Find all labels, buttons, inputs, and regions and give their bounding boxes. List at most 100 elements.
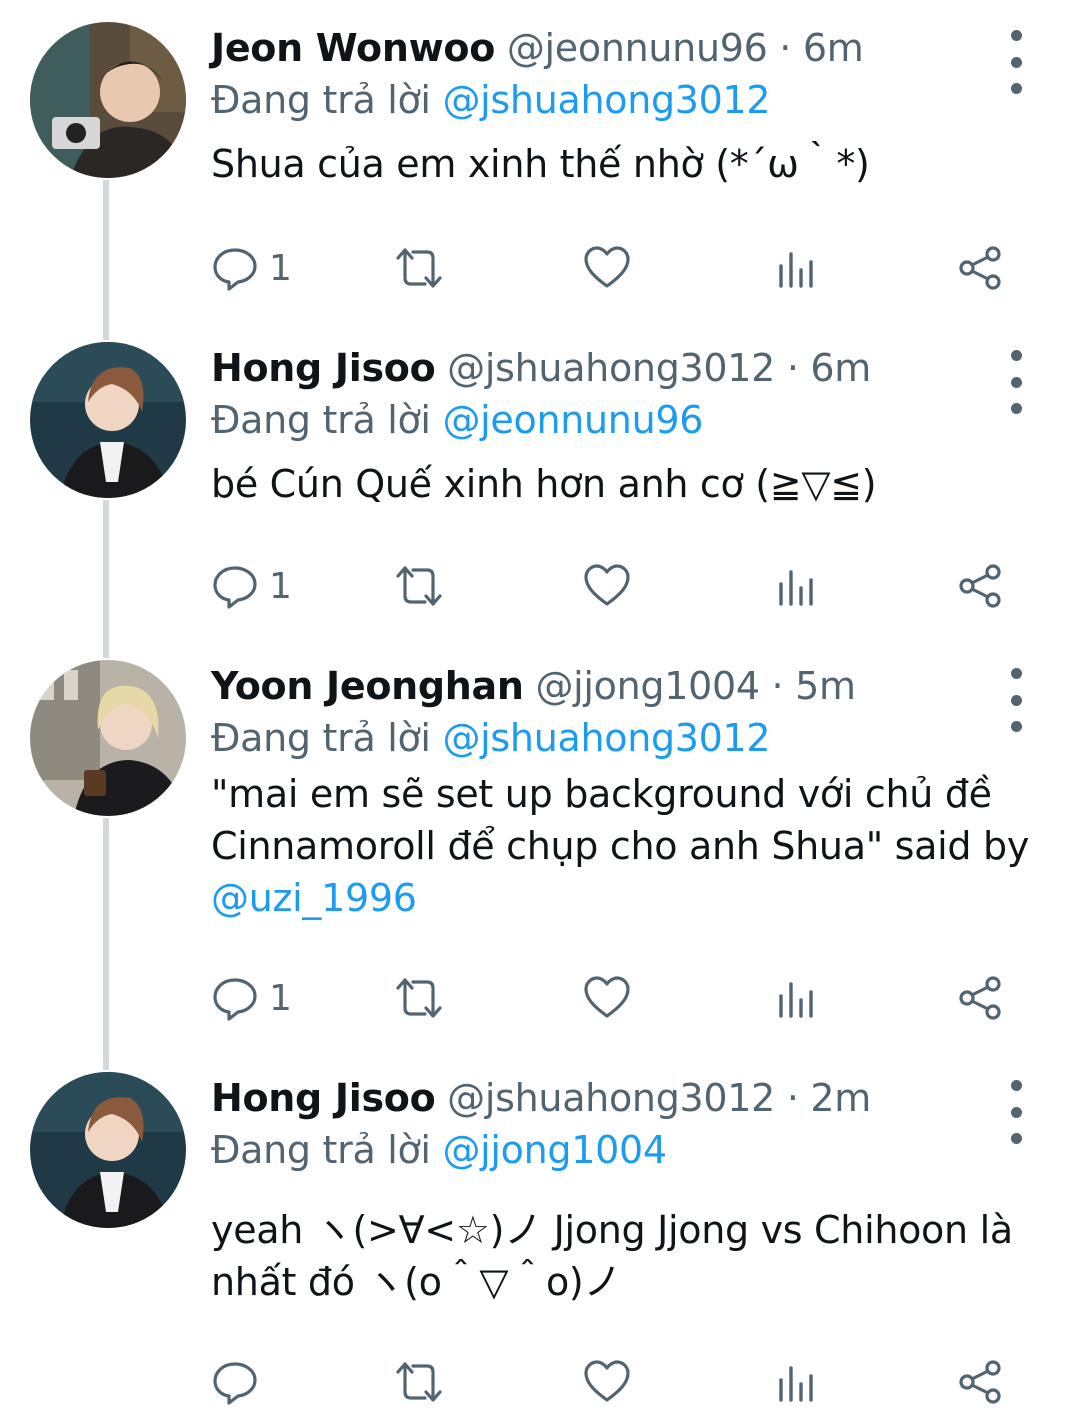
- reply-button[interactable]: [211, 1352, 269, 1412]
- retweet-icon: [396, 978, 442, 1018]
- retweet-button[interactable]: [395, 968, 443, 1028]
- tweet-actions: 1: [211, 968, 1011, 1028]
- analytics-icon: [779, 982, 813, 1018]
- tweet-header: Hong Jisoo @jshuahong3012 · 2m: [211, 1072, 1040, 1124]
- tweet-header: Jeon Wonwoo @jeonnunu96 · 6m: [211, 22, 1040, 74]
- like-button[interactable]: [583, 968, 631, 1028]
- tweet-text: Shua của em xinh thế nhờ (*´ω｀*): [211, 142, 870, 186]
- tweet-actions: 1: [211, 238, 1011, 298]
- tweet-actions: [211, 1352, 1011, 1412]
- timestamp[interactable]: 5m: [795, 664, 856, 708]
- reply-icon: [213, 1362, 257, 1405]
- author-name[interactable]: Yoon Jeonghan: [211, 664, 524, 708]
- analytics-icon: [779, 1366, 813, 1402]
- like-icon: [584, 246, 630, 288]
- share-icon: [959, 246, 1001, 290]
- tweet-content: Hong Jisoo @jshuahong3012 · 6m Đang trả …: [211, 342, 1040, 510]
- tweet-content: Yoon Jeonghan @jjong1004 · 5m Đang trả l…: [211, 660, 1040, 924]
- retweet-icon: [396, 566, 442, 606]
- share-button[interactable]: [957, 238, 1005, 298]
- separator-dot: ·: [771, 664, 784, 708]
- author-handle[interactable]: @jshuahong3012: [447, 1076, 775, 1120]
- reply-count: 1: [269, 565, 292, 607]
- analytics-button[interactable]: [773, 238, 821, 298]
- tweet-content: Hong Jisoo @jshuahong3012 · 2m Đang trả …: [211, 1072, 1040, 1308]
- tweet-text: yeah ヽ(>∀<☆)ノ Jjong Jjong vs Chihoon là …: [211, 1208, 1013, 1304]
- share-icon: [959, 976, 1001, 1020]
- analytics-button[interactable]: [773, 556, 821, 616]
- tweet-text: "mai em sẽ set up background với chủ đề …: [211, 768, 1040, 924]
- more-options-icon[interactable]: [1004, 30, 1028, 94]
- reply-mention-link[interactable]: @jjong1004: [442, 1128, 667, 1172]
- tweet-text-body: "mai em sẽ set up background với chủ đề …: [211, 772, 1030, 868]
- more-options-icon[interactable]: [1004, 668, 1028, 732]
- tweet-content: Jeon Wonwoo @jeonnunu96 · 6m Đang trả lờ…: [211, 22, 1040, 190]
- avatar[interactable]: [30, 22, 186, 178]
- author-name[interactable]: Jeon Wonwoo: [211, 26, 495, 70]
- reply-mention-link[interactable]: @jeonnunu96: [442, 398, 703, 442]
- reply-icon: [213, 248, 257, 291]
- author-name[interactable]: Hong Jisoo: [211, 346, 436, 390]
- reply-count: 1: [269, 247, 292, 289]
- avatar[interactable]: [30, 1072, 186, 1228]
- author-handle[interactable]: @jshuahong3012: [447, 346, 775, 390]
- more-options-icon[interactable]: [1004, 1080, 1028, 1144]
- reply-prefix: Đang trả lời: [211, 716, 431, 760]
- more-options-icon[interactable]: [1004, 350, 1028, 414]
- replying-to: Đang trả lời @jjong1004: [211, 1124, 1040, 1176]
- reply-icon: [213, 566, 257, 609]
- avatar[interactable]: [30, 660, 186, 816]
- reply-button[interactable]: 1: [211, 238, 292, 298]
- reply-mention-link[interactable]: @jshuahong3012: [442, 716, 770, 760]
- retweet-icon: [396, 248, 442, 288]
- share-icon: [959, 564, 1001, 608]
- reply-prefix: Đang trả lời: [211, 1128, 431, 1172]
- like-button[interactable]: [583, 556, 631, 616]
- share-button[interactable]: [957, 1352, 1005, 1412]
- separator-dot: ·: [779, 26, 792, 70]
- like-icon: [584, 564, 630, 606]
- analytics-button[interactable]: [773, 968, 821, 1028]
- like-icon: [584, 976, 630, 1018]
- avatar[interactable]: [30, 342, 186, 498]
- replying-to: Đang trả lời @jeonnunu96: [211, 394, 1040, 446]
- author-handle[interactable]: @jjong1004: [535, 664, 760, 708]
- like-button[interactable]: [583, 238, 631, 298]
- tweet-header: Yoon Jeonghan @jjong1004 · 5m: [211, 660, 1040, 712]
- retweet-icon: [396, 1362, 442, 1402]
- reply-count: 1: [269, 977, 292, 1019]
- reply-button[interactable]: 1: [211, 556, 292, 616]
- timestamp[interactable]: 6m: [803, 26, 864, 70]
- tweet-actions: 1: [211, 556, 1011, 616]
- like-button[interactable]: [583, 1352, 631, 1412]
- replying-to: Đang trả lời @jshuahong3012: [211, 712, 1040, 764]
- avatar-photo: [30, 660, 186, 816]
- analytics-icon: [779, 252, 813, 288]
- retweet-button[interactable]: [395, 238, 443, 298]
- retweet-button[interactable]: [395, 556, 443, 616]
- author-name[interactable]: Hong Jisoo: [211, 1076, 436, 1120]
- avatar-photo: [30, 1072, 186, 1228]
- timestamp[interactable]: 2m: [810, 1076, 871, 1120]
- avatar-photo: [30, 22, 186, 178]
- reply-icon: [213, 978, 257, 1021]
- separator-dot: ·: [786, 346, 799, 390]
- tweet[interactable]: Hong Jisoo @jshuahong3012 · 2m Đang trả …: [0, 1072, 1080, 1372]
- like-icon: [584, 1360, 630, 1402]
- analytics-button[interactable]: [773, 1352, 821, 1412]
- analytics-icon: [779, 570, 813, 606]
- retweet-button[interactable]: [395, 1352, 443, 1412]
- tweet-mention-link[interactable]: @uzi_1996: [211, 876, 417, 920]
- reply-button[interactable]: 1: [211, 968, 292, 1028]
- replying-to: Đang trả lời @jshuahong3012: [211, 74, 1040, 126]
- reply-mention-link[interactable]: @jshuahong3012: [442, 78, 770, 122]
- share-icon: [959, 1360, 1001, 1404]
- tweet-text: bé Cún Quế xinh hơn anh cơ (≧▽≦): [211, 462, 877, 506]
- timestamp[interactable]: 6m: [810, 346, 871, 390]
- tweet-header: Hong Jisoo @jshuahong3012 · 6m: [211, 342, 1040, 394]
- share-button[interactable]: [957, 968, 1005, 1028]
- author-handle[interactable]: @jeonnunu96: [507, 26, 768, 70]
- share-button[interactable]: [957, 556, 1005, 616]
- separator-dot: ·: [786, 1076, 799, 1120]
- avatar-photo: [30, 342, 186, 498]
